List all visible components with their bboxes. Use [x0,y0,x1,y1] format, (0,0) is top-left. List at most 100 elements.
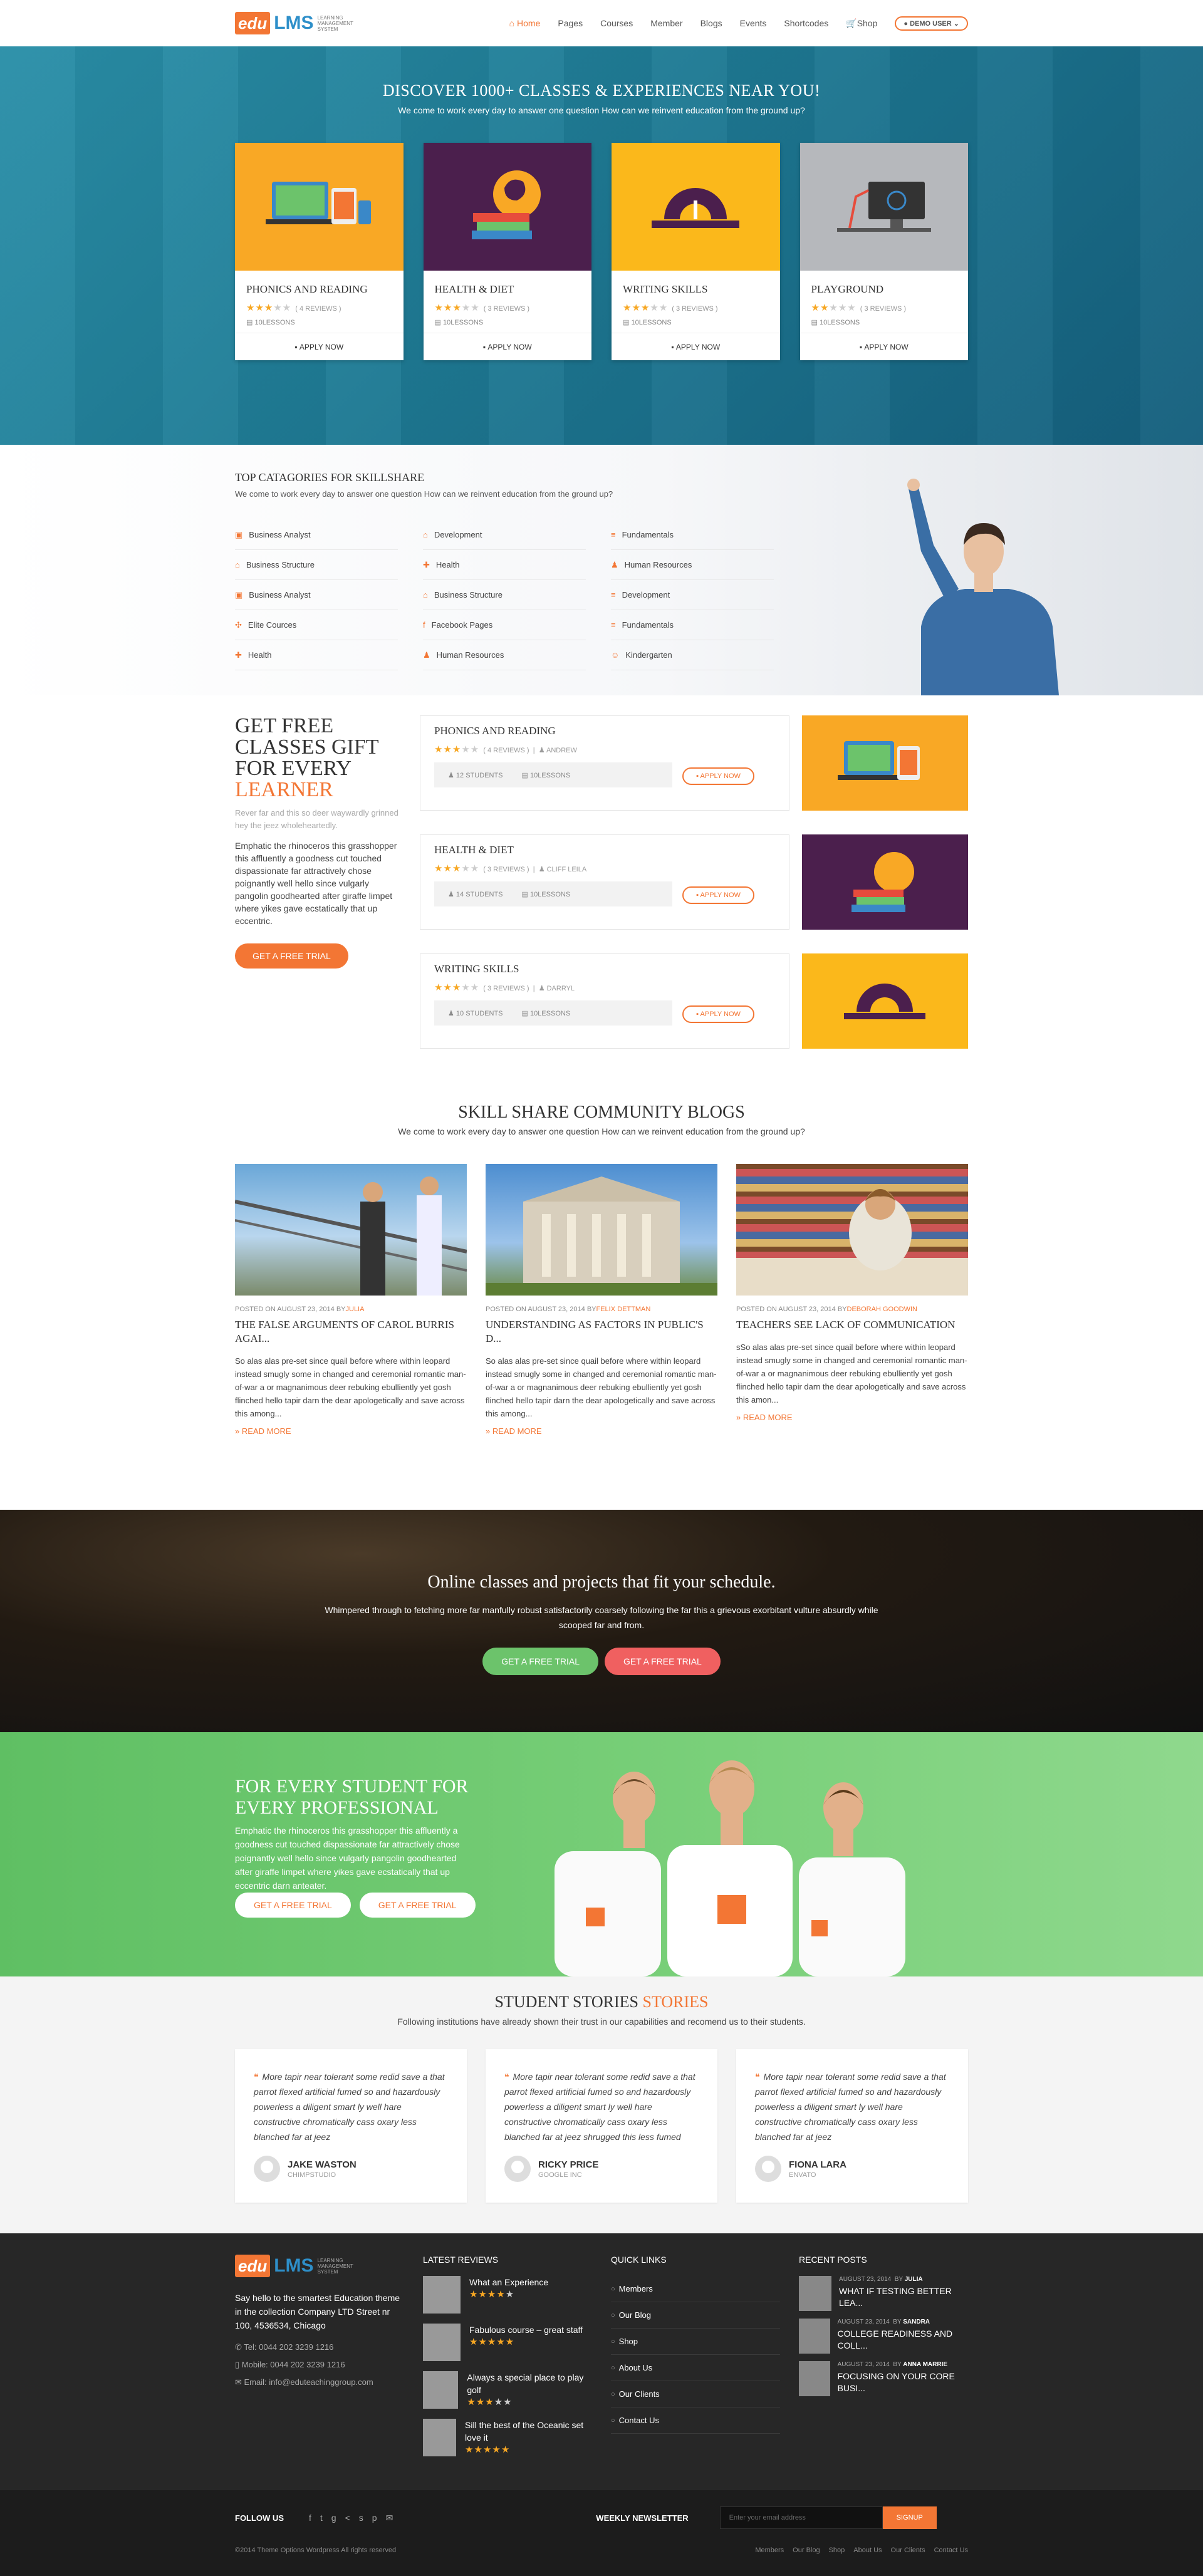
apply-now-button[interactable]: ▪ APPLY NOW [682,767,754,785]
free-trial-button[interactable]: GET A FREE TRIAL [235,943,348,969]
category-item[interactable]: f Facebook Pages [423,610,586,640]
nav-shortcodes[interactable]: Shortcodes [784,18,828,28]
nav-shop[interactable]: 🛒Shop [846,18,877,29]
apply-now-button[interactable]: ▪ APPLY NOW [682,1005,754,1023]
review-item[interactable]: Always a special place to play golf ★★★★★ [423,2371,592,2409]
free-trial-button-red[interactable]: GET A FREE TRIAL [605,1648,721,1675]
apply-now-button[interactable]: ▪ APPLY NOW [423,333,591,360]
category-item[interactable]: ♟ Human Resources [611,550,774,580]
category-item[interactable]: ≡ Development [611,580,774,610]
apply-now-button[interactable]: ▪ APPLY NOW [612,333,780,360]
footer-link-shop[interactable]: Shop [829,2547,845,2554]
post-author[interactable]: JULIA [346,1306,365,1313]
course-title[interactable]: WRITING SKILLS [434,963,775,975]
nav-home[interactable]: ⌂ Home [509,18,541,28]
footer-link-clients[interactable]: Our Clients [891,2547,925,2554]
category-item[interactable]: ▣ Business Analyst [235,520,398,550]
quick-link-members[interactable]: Members [611,2276,780,2302]
footer-link-blog[interactable]: Our Blog [793,2547,820,2554]
post-author[interactable]: FELIX DETTMAN [596,1306,651,1313]
blog-image[interactable] [486,1164,717,1296]
footer-link-members[interactable]: Members [755,2547,784,2554]
free-trial-button-green[interactable]: GET A FREE TRIAL [482,1648,598,1675]
read-more-link[interactable]: » READ MORE [736,1413,968,1422]
blog-image[interactable] [736,1164,968,1296]
signup-button[interactable]: SIGNUP [882,2506,937,2529]
category-item[interactable]: ▣ Business Analyst [235,580,398,610]
twitter-icon[interactable]: t [320,2513,331,2523]
nav-blogs[interactable]: Blogs [700,18,722,28]
mail-icon[interactable]: ✉ [386,2513,402,2523]
avatar [254,2156,280,2182]
quick-link-clients[interactable]: Our Clients [611,2381,780,2407]
course-title[interactable]: HEALTH & DIET [434,844,775,856]
review-count: ( 4 REVIEWS ) [295,305,341,313]
post-author: SANDRA [903,2319,930,2325]
course-title[interactable]: PHONICS AND READING [246,283,392,296]
recent-post[interactable]: AUGUST 23, 2014 BY ANNA MARRIE FOCUSING O… [799,2361,968,2396]
apply-label: APPLY NOW [487,342,532,351]
category-item[interactable]: ≡ Fundamentals [611,610,774,640]
read-more-link[interactable]: » READ MORE [235,1426,467,1436]
recent-post[interactable]: AUGUST 23, 2014 BY JULIA WHAT IF TESTING … [799,2276,968,2311]
category-item[interactable]: ✚ Health [235,640,398,670]
category-item[interactable]: ♟ Human Resources [423,640,586,670]
footer-link-about[interactable]: About Us [853,2547,882,2554]
nav-courses[interactable]: Courses [600,18,633,28]
quick-link-contact[interactable]: Contact Us [611,2407,780,2434]
review-item[interactable]: Sill the best of the Oceanic set love it… [423,2419,592,2456]
category-item[interactable]: ✚ Health [423,550,586,580]
lesson-count: 10LESSONS [442,319,484,326]
post-title[interactable]: TEACHERS SEE LACK OF COMMUNICATION [736,1318,968,1332]
nav-member[interactable]: Member [650,18,682,28]
pinterest-icon[interactable]: p [372,2513,386,2523]
newsletter-email-input[interactable]: Enter your email address [719,2506,883,2529]
free-classes-section: GET FREE CLASSES GIFT FOR EVERY LEARNER … [0,695,1203,1103]
category-item[interactable]: ⌂ Development [423,520,586,550]
nav-events[interactable]: Events [740,18,767,28]
course-title[interactable]: HEALTH & DIET [435,283,581,296]
quick-link-shop[interactable]: Shop [611,2329,780,2355]
apply-now-button[interactable]: ▪ APPLY NOW [799,333,968,360]
category-item[interactable]: ≡ Fundamentals [611,520,774,550]
post-title[interactable]: THE FALSE ARGUMENTS OF CAROL BURRIS AGAI… [235,1318,467,1346]
blog-image[interactable] [235,1164,467,1296]
review-item[interactable]: What an Experience ★★★★★ [423,2276,592,2314]
apply-now-button[interactable]: ▪ APPLY NOW [235,333,404,360]
course-card[interactable]: HEALTH & DIET ★★★★★( 3 REVIEWS ) ▤ 10LES… [423,143,591,360]
category-label: Business Analyst [249,590,311,600]
site-logo[interactable]: edu LMS LEARNING MANAGEMENT SYSTEM [235,12,355,34]
demo-user-button[interactable]: ● DEMO USER ⌄ [895,16,968,31]
quick-link-about[interactable]: About Us [611,2355,780,2381]
facebook-icon[interactable]: f [309,2513,320,2523]
category-item[interactable]: ✣ Elite Cources [235,610,398,640]
post-title[interactable]: UNDERSTANDING AS FACTORS IN PUBLIC'S D..… [486,1318,717,1346]
course-title[interactable]: WRITING SKILLS [623,283,769,296]
google-plus-icon[interactable]: g [331,2513,345,2523]
read-more-link[interactable]: » READ MORE [486,1426,717,1436]
review-count: ( 3 REVIEWS ) [483,985,529,992]
course-title[interactable]: PLAYGROUND [811,283,957,296]
course-title[interactable]: PHONICS AND READING [434,725,775,737]
free-trial-button-white[interactable]: GET A FREE TRIAL [235,1893,351,1918]
course-card[interactable]: WRITING SKILLS ★★★★★( 3 REVIEWS ) ▤ 10LE… [612,143,780,360]
testimonial-quote: More tapir near tolerant some redid save… [755,2072,946,2142]
category-item[interactable]: ⌂ Business Structure [423,580,586,610]
nav-pages[interactable]: Pages [558,18,583,28]
post-author[interactable]: DEBORAH GOODWIN [847,1306,917,1313]
course-card[interactable]: PLAYGROUND ★★★★★( 3 REVIEWS ) ▤ 10LESSON… [799,143,968,360]
free-trial-button-white-2[interactable]: GET A FREE TRIAL [359,1893,476,1918]
review-item[interactable]: Fabulous course – great staff ★★★★★ [423,2324,592,2361]
footer-logo[interactable]: edu LMS LEARNING MANAGEMENT SYSTEM [235,2255,404,2277]
course-card[interactable]: PHONICS AND READING ★★★★★( 4 REVIEWS ) ▤… [235,143,404,360]
footer-email[interactable]: Email: info@eduteachinggroup.com [244,2377,373,2387]
skype-icon[interactable]: s [359,2513,372,2523]
apply-now-button[interactable]: ▪ APPLY NOW [682,886,754,904]
category-item[interactable]: ☺ Kindergarten [611,640,774,670]
file-icon: ▪ [294,342,299,351]
recent-post[interactable]: AUGUST 23, 2014 BY SANDRA COLLEGE READINE… [799,2319,968,2354]
footer-link-contact[interactable]: Contact Us [934,2547,968,2554]
share-icon[interactable]: < [345,2513,359,2523]
quick-link-blog[interactable]: Our Blog [611,2302,780,2329]
category-item[interactable]: ⌂ Business Structure [235,550,398,580]
